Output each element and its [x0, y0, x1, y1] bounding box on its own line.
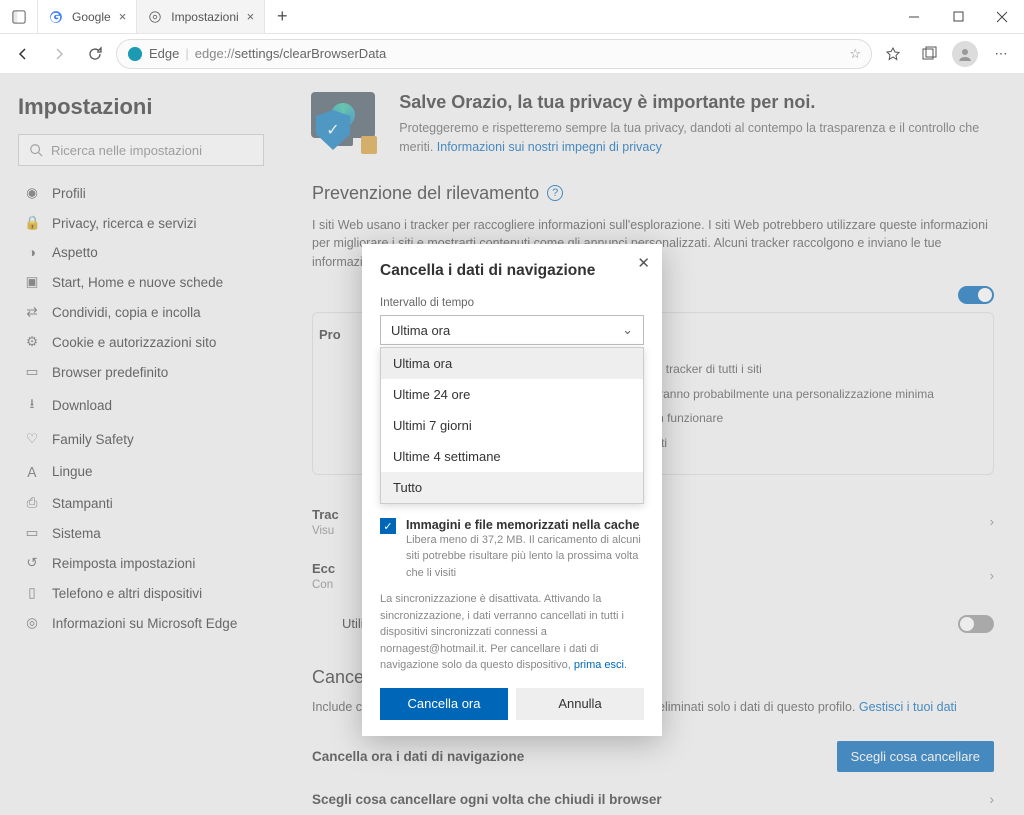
tab-title: Google: [72, 10, 111, 24]
avatar-icon: [952, 41, 978, 67]
tab-settings[interactable]: Impostazioni ×: [137, 0, 265, 33]
menu-button[interactable]: ⋯: [986, 39, 1016, 69]
dropdown-option[interactable]: Ultime 4 settimane: [381, 441, 643, 472]
time-range-dropdown: Ultima ora Ultime 24 ore Ultimi 7 giorni…: [380, 347, 644, 504]
back-button[interactable]: [8, 39, 38, 69]
scheme-label: Edge: [149, 46, 179, 61]
time-range-label: Intervallo di tempo: [380, 297, 474, 309]
cache-title: Immagini e file memorizzati nella cache: [406, 518, 644, 532]
favorite-icon[interactable]: ☆: [849, 46, 861, 62]
tab-title: Impostazioni: [171, 10, 238, 24]
collections-button[interactable]: [914, 39, 944, 69]
refresh-button[interactable]: [80, 39, 110, 69]
cache-subtitle: Libera meno di 37,2 MB. Il caricamento d…: [406, 534, 641, 579]
separator: |: [185, 46, 188, 61]
close-button[interactable]: [980, 0, 1024, 34]
new-tab-button[interactable]: +: [265, 6, 299, 27]
dropdown-option[interactable]: Ultima ora: [381, 348, 643, 379]
close-icon[interactable]: ×: [247, 9, 255, 24]
url-path: settings/clearBrowserData: [235, 46, 387, 61]
modal-overlay: ✕ Cancella i dati di navigazione Interva…: [0, 74, 1024, 815]
minimize-button[interactable]: [892, 0, 936, 34]
forward-button[interactable]: [44, 39, 74, 69]
profile-button[interactable]: [950, 39, 980, 69]
cache-checkbox-row[interactable]: ✓ Immagini e file memorizzati nella cach…: [380, 518, 644, 581]
dropdown-option[interactable]: Ultime 24 ore: [381, 379, 643, 410]
select-value: Ultima ora: [391, 323, 450, 338]
edge-icon: [127, 46, 143, 62]
google-icon: [48, 9, 64, 25]
checkbox-checked-icon[interactable]: ✓: [380, 518, 396, 534]
sign-out-first-link[interactable]: prima esci: [574, 659, 624, 671]
close-icon[interactable]: ×: [119, 9, 127, 24]
titlebar: Google × Impostazioni × +: [0, 0, 1024, 34]
window-controls: [892, 0, 1024, 34]
dialog-close-button[interactable]: ✕: [637, 254, 650, 272]
cancel-button[interactable]: Annulla: [516, 688, 644, 720]
tab-actions-button[interactable]: [0, 0, 38, 33]
toolbar: Edge | edge://settings/clearBrowserData …: [0, 34, 1024, 74]
url-scheme: edge://: [195, 46, 235, 61]
clear-data-dialog: ✕ Cancella i dati di navigazione Interva…: [362, 244, 662, 736]
sync-note: La sincronizzazione è disattivata. Attiv…: [380, 591, 644, 674]
tab-google[interactable]: Google ×: [38, 0, 137, 33]
clear-now-button[interactable]: Cancella ora: [380, 688, 508, 720]
dropdown-option[interactable]: Ultimi 7 giorni: [381, 410, 643, 441]
time-range-select[interactable]: Ultima ora ⌄: [380, 315, 644, 345]
gear-icon: [147, 9, 163, 25]
maximize-button[interactable]: [936, 0, 980, 34]
dialog-title: Cancella i dati di navigazione: [380, 262, 644, 280]
chevron-down-icon: ⌄: [622, 322, 633, 338]
dropdown-option[interactable]: Tutto: [381, 472, 643, 503]
favorites-button[interactable]: [878, 39, 908, 69]
address-bar[interactable]: Edge | edge://settings/clearBrowserData …: [116, 39, 872, 69]
tabstrip: Google × Impostazioni × +: [0, 0, 299, 33]
